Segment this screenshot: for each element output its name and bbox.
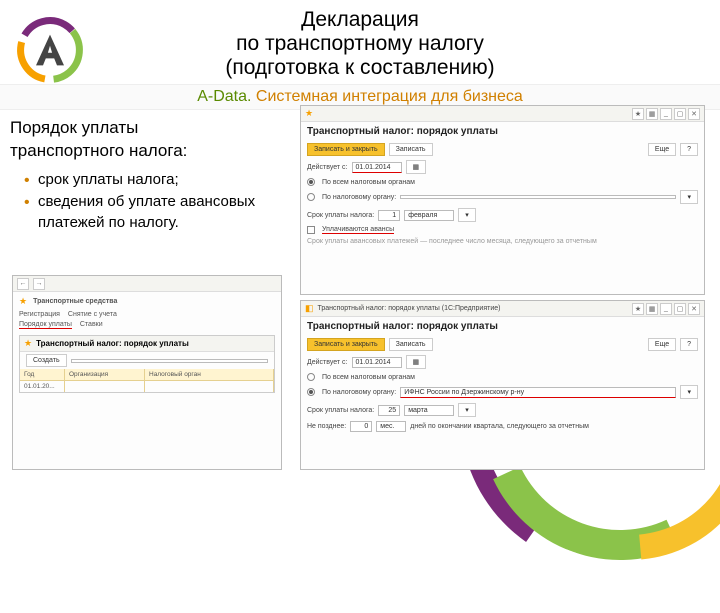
term-label: Срок уплаты налога:: [307, 407, 374, 414]
title-line-1: Декларация: [0, 8, 720, 32]
sub-panel: ★ Транспортный налог: порядок уплаты Соз…: [19, 335, 275, 393]
save-close-button[interactable]: Записать и закрыть: [307, 338, 385, 351]
left-heading: Порядок уплаты транспортного налога:: [10, 117, 280, 163]
adv-label: Не позднее:: [307, 423, 346, 430]
favorite-icon[interactable]: ★: [632, 303, 644, 315]
dialog-title: Транспортный налог: порядок уплаты: [301, 122, 704, 141]
radio-all[interactable]: [307, 178, 315, 186]
select-icon[interactable]: ▾: [680, 190, 698, 204]
star-icon: ★: [305, 108, 313, 119]
bullet-list: срок уплаты налога; сведения об уплате а…: [24, 169, 280, 234]
calc-icon[interactable]: ▦: [646, 303, 658, 315]
subpanel-title: Транспортный налог: порядок уплаты: [36, 339, 189, 348]
window-toolbar: ★ ★ ▦ _ ▢ ✕: [301, 106, 704, 122]
term-day-field[interactable]: 1: [378, 210, 400, 221]
dialog-title: Транспортный налог: порядок уплаты: [301, 317, 704, 336]
term-month-field[interactable]: марта: [404, 405, 454, 416]
save-close-button[interactable]: Записать и закрыть: [307, 143, 385, 156]
fwd-icon[interactable]: →: [33, 278, 45, 290]
brand-logo: [15, 15, 85, 85]
maximize-icon[interactable]: ▢: [674, 303, 686, 315]
term-label: Срок уплаты налога:: [307, 212, 374, 219]
select-icon[interactable]: ▾: [680, 385, 698, 399]
star-icon: ★: [19, 296, 27, 307]
tax-office-field[interactable]: ИФНС России по Дзержинскому р-ну: [400, 387, 676, 398]
adv-unit-field[interactable]: мес.: [376, 421, 406, 432]
date-field[interactable]: 01.01.2014: [352, 357, 402, 368]
radio-specific[interactable]: [307, 388, 315, 396]
date-field[interactable]: 01.01.2014: [352, 162, 402, 173]
tax-office-field[interactable]: [400, 195, 676, 199]
table-header: Год Организация Налоговый орган: [20, 369, 274, 381]
close-icon[interactable]: ✕: [688, 108, 700, 120]
maximize-icon[interactable]: ▢: [674, 108, 686, 120]
search-input[interactable]: [71, 359, 268, 363]
close-icon[interactable]: ✕: [688, 303, 700, 315]
help-button[interactable]: ?: [680, 143, 698, 156]
window-toolbar: ◧ Транспортный налог: порядок уплаты (1С…: [301, 301, 704, 317]
screenshot-dialog-general: ★ ★ ▦ _ ▢ ✕ Транспортный налог: порядок …: [300, 105, 705, 295]
table-row[interactable]: 01.01.20...: [20, 381, 274, 392]
bullet-item: сведения об уплате авансовых платежей по…: [24, 191, 280, 235]
help-button[interactable]: ?: [680, 338, 698, 351]
calendar-icon[interactable]: ▦: [406, 160, 427, 174]
slide-header: Декларация по транспортному налогу (подг…: [0, 0, 720, 105]
write-button[interactable]: Записать: [389, 143, 433, 156]
radio-specific[interactable]: [307, 193, 315, 201]
title-line-2: по транспортному налогу: [0, 32, 720, 56]
dropdown-icon[interactable]: ▾: [458, 208, 476, 222]
favorite-icon[interactable]: ★: [632, 108, 644, 120]
brand-tagline: Системная интеграция для бизнеса: [256, 88, 523, 105]
back-icon[interactable]: ←: [17, 278, 29, 290]
window-title: Транспортный налог: порядок уплаты (1С:П…: [318, 305, 501, 312]
calendar-icon[interactable]: ▦: [406, 355, 427, 369]
screenshot-registry-list: ← → ★Транспортные средства РегистрацияСн…: [12, 275, 282, 470]
brand-name: A-Data.: [197, 88, 251, 105]
radio-all[interactable]: [307, 373, 315, 381]
term-day-field[interactable]: 25: [378, 405, 400, 416]
star-icon: ★: [24, 338, 32, 349]
date-label: Действует с:: [307, 164, 348, 171]
advance-hint: Срок уплаты авансовых платежей — последн…: [307, 238, 597, 245]
minimize-icon[interactable]: _: [660, 303, 672, 315]
screenshot-dialog-specific: ◧ Транспортный налог: порядок уплаты (1С…: [300, 300, 705, 470]
advance-label: Уплачиваются авансы: [322, 226, 394, 234]
adv-day-field[interactable]: 0: [350, 421, 372, 432]
window-toolbar: ← →: [13, 276, 281, 292]
adv-tail: дней по окончании квартала, следующего з…: [410, 423, 589, 430]
advance-checkbox[interactable]: [307, 226, 315, 234]
bullet-item: срок уплаты налога;: [24, 169, 280, 191]
nav-link[interactable]: Порядок уплаты: [19, 321, 72, 329]
slide-content: Порядок уплаты транспортного налога: сро…: [0, 105, 720, 246]
date-label: Действует с:: [307, 359, 348, 366]
minimize-icon[interactable]: _: [660, 108, 672, 120]
term-month-field[interactable]: февраля: [404, 210, 454, 221]
dropdown-icon[interactable]: ▾: [458, 403, 476, 417]
slide-title: Декларация по транспортному налогу (подг…: [0, 0, 720, 80]
calc-icon[interactable]: ▦: [646, 108, 658, 120]
title-line-3: (подготовка к составлению): [0, 56, 720, 80]
more-button[interactable]: Еще: [648, 338, 676, 351]
more-button[interactable]: Еще: [648, 143, 676, 156]
write-button[interactable]: Записать: [389, 338, 433, 351]
create-button[interactable]: Создать: [26, 354, 67, 367]
app-icon: ◧: [305, 303, 314, 314]
left-text-column: Порядок уплаты транспортного налога: сро…: [10, 117, 280, 234]
crumb-title: Транспортные средства: [33, 298, 117, 305]
